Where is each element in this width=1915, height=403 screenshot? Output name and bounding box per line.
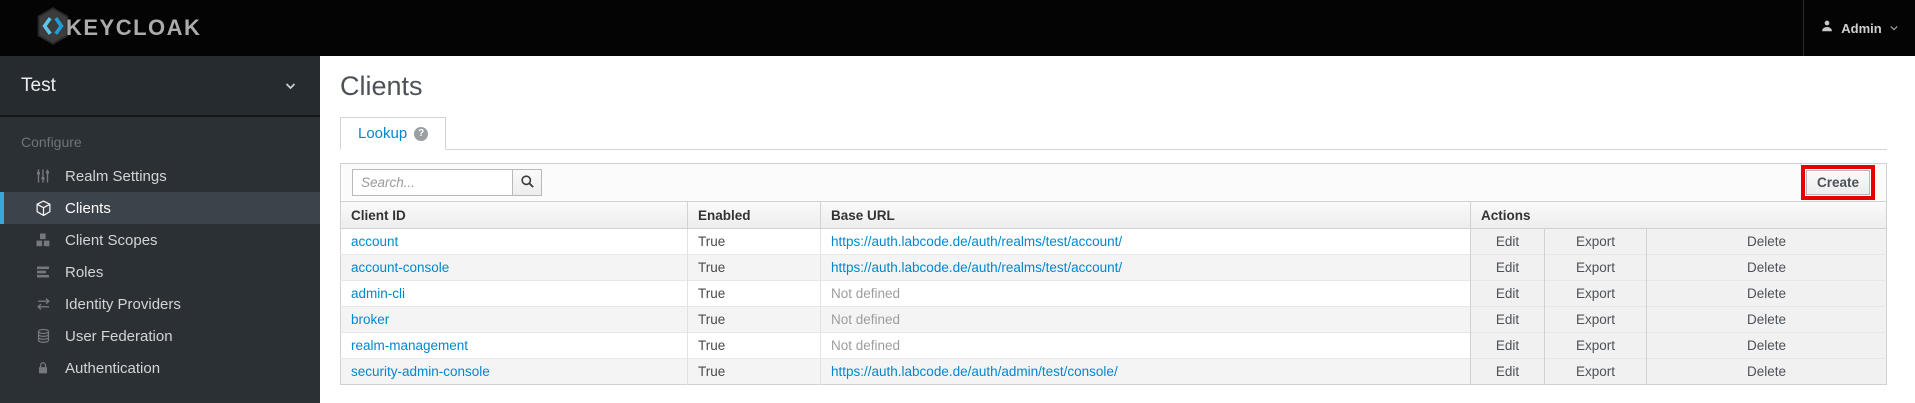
question-circle-icon[interactable]: ? [414, 126, 429, 141]
header-client-id: Client ID [340, 202, 688, 229]
clients-table: Client ID Enabled Base URL Actions accou… [340, 202, 1887, 385]
base-url-cell: https://auth.labcode.de/auth/realms/test… [820, 253, 1471, 281]
action-cell[interactable]: Export [1544, 331, 1647, 359]
user-name: Admin [1841, 20, 1882, 36]
enabled-cell: True [687, 253, 821, 281]
action-cell[interactable]: Delete [1646, 227, 1887, 255]
tab-bar: Lookup ? [340, 117, 1887, 151]
client-id-link[interactable]: security-admin-console [351, 364, 490, 379]
search-group [352, 169, 542, 197]
tab-lookup[interactable]: Lookup ? [340, 117, 447, 151]
table-row: realm-management True Not defined Edit E… [340, 331, 1887, 359]
enabled-cell: True [687, 279, 821, 307]
client-id-link[interactable]: admin-cli [351, 286, 405, 301]
search-button[interactable] [512, 169, 542, 197]
sidebar-item-identity-providers[interactable]: Identity Providers [0, 288, 320, 320]
lock-icon [34, 360, 52, 376]
enabled-cell: True [687, 305, 821, 333]
action-cell[interactable]: Edit [1470, 253, 1545, 281]
sliders-icon [34, 168, 52, 184]
exchange-icon [34, 297, 52, 311]
sidebar-item-label: Clients [65, 199, 111, 217]
sidebar-item-client-scopes[interactable]: Client Scopes [0, 224, 320, 256]
header-base-url: Base URL [820, 202, 1471, 229]
action-cell[interactable]: Edit [1470, 279, 1545, 307]
main-content: Clients Lookup ? Create [320, 72, 1915, 385]
action-cell[interactable]: Export [1544, 227, 1647, 255]
sidebar-item-label: Client Scopes [65, 231, 158, 249]
tab-lookup-label: Lookup [358, 125, 408, 143]
keycloak-logo: KEYCLOAK [33, 6, 202, 50]
magnifier-icon [520, 174, 535, 192]
chevron-down-icon [1889, 19, 1899, 37]
create-button-highlight: Create [1800, 165, 1875, 201]
sidebar-item-label: Authentication [65, 359, 161, 377]
cube-icon [34, 199, 52, 217]
sidebar-item-roles[interactable]: Roles [0, 256, 320, 288]
action-cell[interactable]: Export [1544, 357, 1647, 385]
sidebar-section-label: Configure [21, 134, 82, 150]
header-actions: Actions [1470, 202, 1887, 229]
sidebar-item-realm-settings[interactable]: Realm Settings [0, 160, 320, 192]
enabled-cell: True [687, 227, 821, 255]
sidebar-item-authentication[interactable]: Authentication [0, 352, 320, 384]
action-cell[interactable]: Edit [1470, 331, 1545, 359]
base-url-cell: https://auth.labcode.de/auth/admin/test/… [820, 357, 1471, 385]
enabled-cell: True [687, 357, 821, 385]
table-row: account True https://auth.labcode.de/aut… [340, 227, 1887, 255]
create-button[interactable]: Create [1805, 170, 1870, 196]
topbar: KEYCLOAK Admin [0, 0, 1915, 56]
action-cell[interactable]: Edit [1470, 227, 1545, 255]
sidebar-item-label: Realm Settings [65, 167, 167, 185]
table-row: security-admin-console True https://auth… [340, 357, 1887, 385]
header-enabled: Enabled [687, 202, 821, 229]
action-cell[interactable]: Export [1544, 305, 1647, 333]
action-cell[interactable]: Export [1544, 279, 1647, 307]
action-cell[interactable]: Delete [1646, 253, 1887, 281]
table-toolbar: Create [340, 163, 1887, 203]
table-header-row: Client ID Enabled Base URL Actions [340, 202, 1887, 229]
user-menu[interactable]: Admin [1803, 0, 1915, 56]
client-id-link[interactable]: broker [351, 312, 389, 327]
base-url-cell: Not defined [820, 279, 1471, 307]
page-title: Clients [340, 71, 423, 101]
action-cell[interactable]: Delete [1646, 331, 1887, 359]
base-url-cell: Not defined [820, 331, 1471, 359]
table-row: broker True Not defined Edit Export Dele… [340, 305, 1887, 333]
base-url-cell: Not defined [820, 305, 1471, 333]
action-cell[interactable]: Export [1544, 253, 1647, 281]
brand-wordmark: KEYCLOAK [66, 15, 202, 40]
enabled-cell: True [687, 331, 821, 359]
user-icon [1820, 19, 1834, 38]
sidebar-item-label: User Federation [65, 327, 173, 345]
chevron-down-icon [284, 75, 297, 97]
action-cell[interactable]: Edit [1470, 305, 1545, 333]
base-url-cell: https://auth.labcode.de/auth/realms/test… [820, 227, 1471, 255]
action-cell[interactable]: Delete [1646, 279, 1887, 307]
list-icon [34, 264, 52, 280]
sidebar-item-user-federation[interactable]: User Federation [0, 320, 320, 352]
client-id-link[interactable]: realm-management [351, 338, 468, 353]
sidebar: Test Configure Realm Settings Clients Cl… [0, 56, 320, 403]
action-cell[interactable]: Delete [1646, 305, 1887, 333]
cubes-icon [34, 232, 52, 248]
table-row: account-console True https://auth.labcod… [340, 253, 1887, 281]
realm-selector[interactable]: Test [0, 56, 320, 117]
client-id-link[interactable]: account-console [351, 260, 449, 275]
search-input[interactable] [352, 169, 513, 197]
client-id-link[interactable]: account [351, 234, 398, 249]
action-cell[interactable]: Edit [1470, 357, 1545, 385]
table-row: admin-cli True Not defined Edit Export D… [340, 279, 1887, 307]
database-icon [34, 328, 52, 344]
sidebar-item-clients[interactable]: Clients [0, 192, 320, 224]
sidebar-item-label: Roles [65, 263, 104, 281]
realm-name: Test [21, 74, 56, 96]
clients-table-body: account True https://auth.labcode.de/aut… [340, 227, 1887, 385]
action-cell[interactable]: Delete [1646, 357, 1887, 385]
sidebar-item-label: Identity Providers [65, 295, 181, 313]
